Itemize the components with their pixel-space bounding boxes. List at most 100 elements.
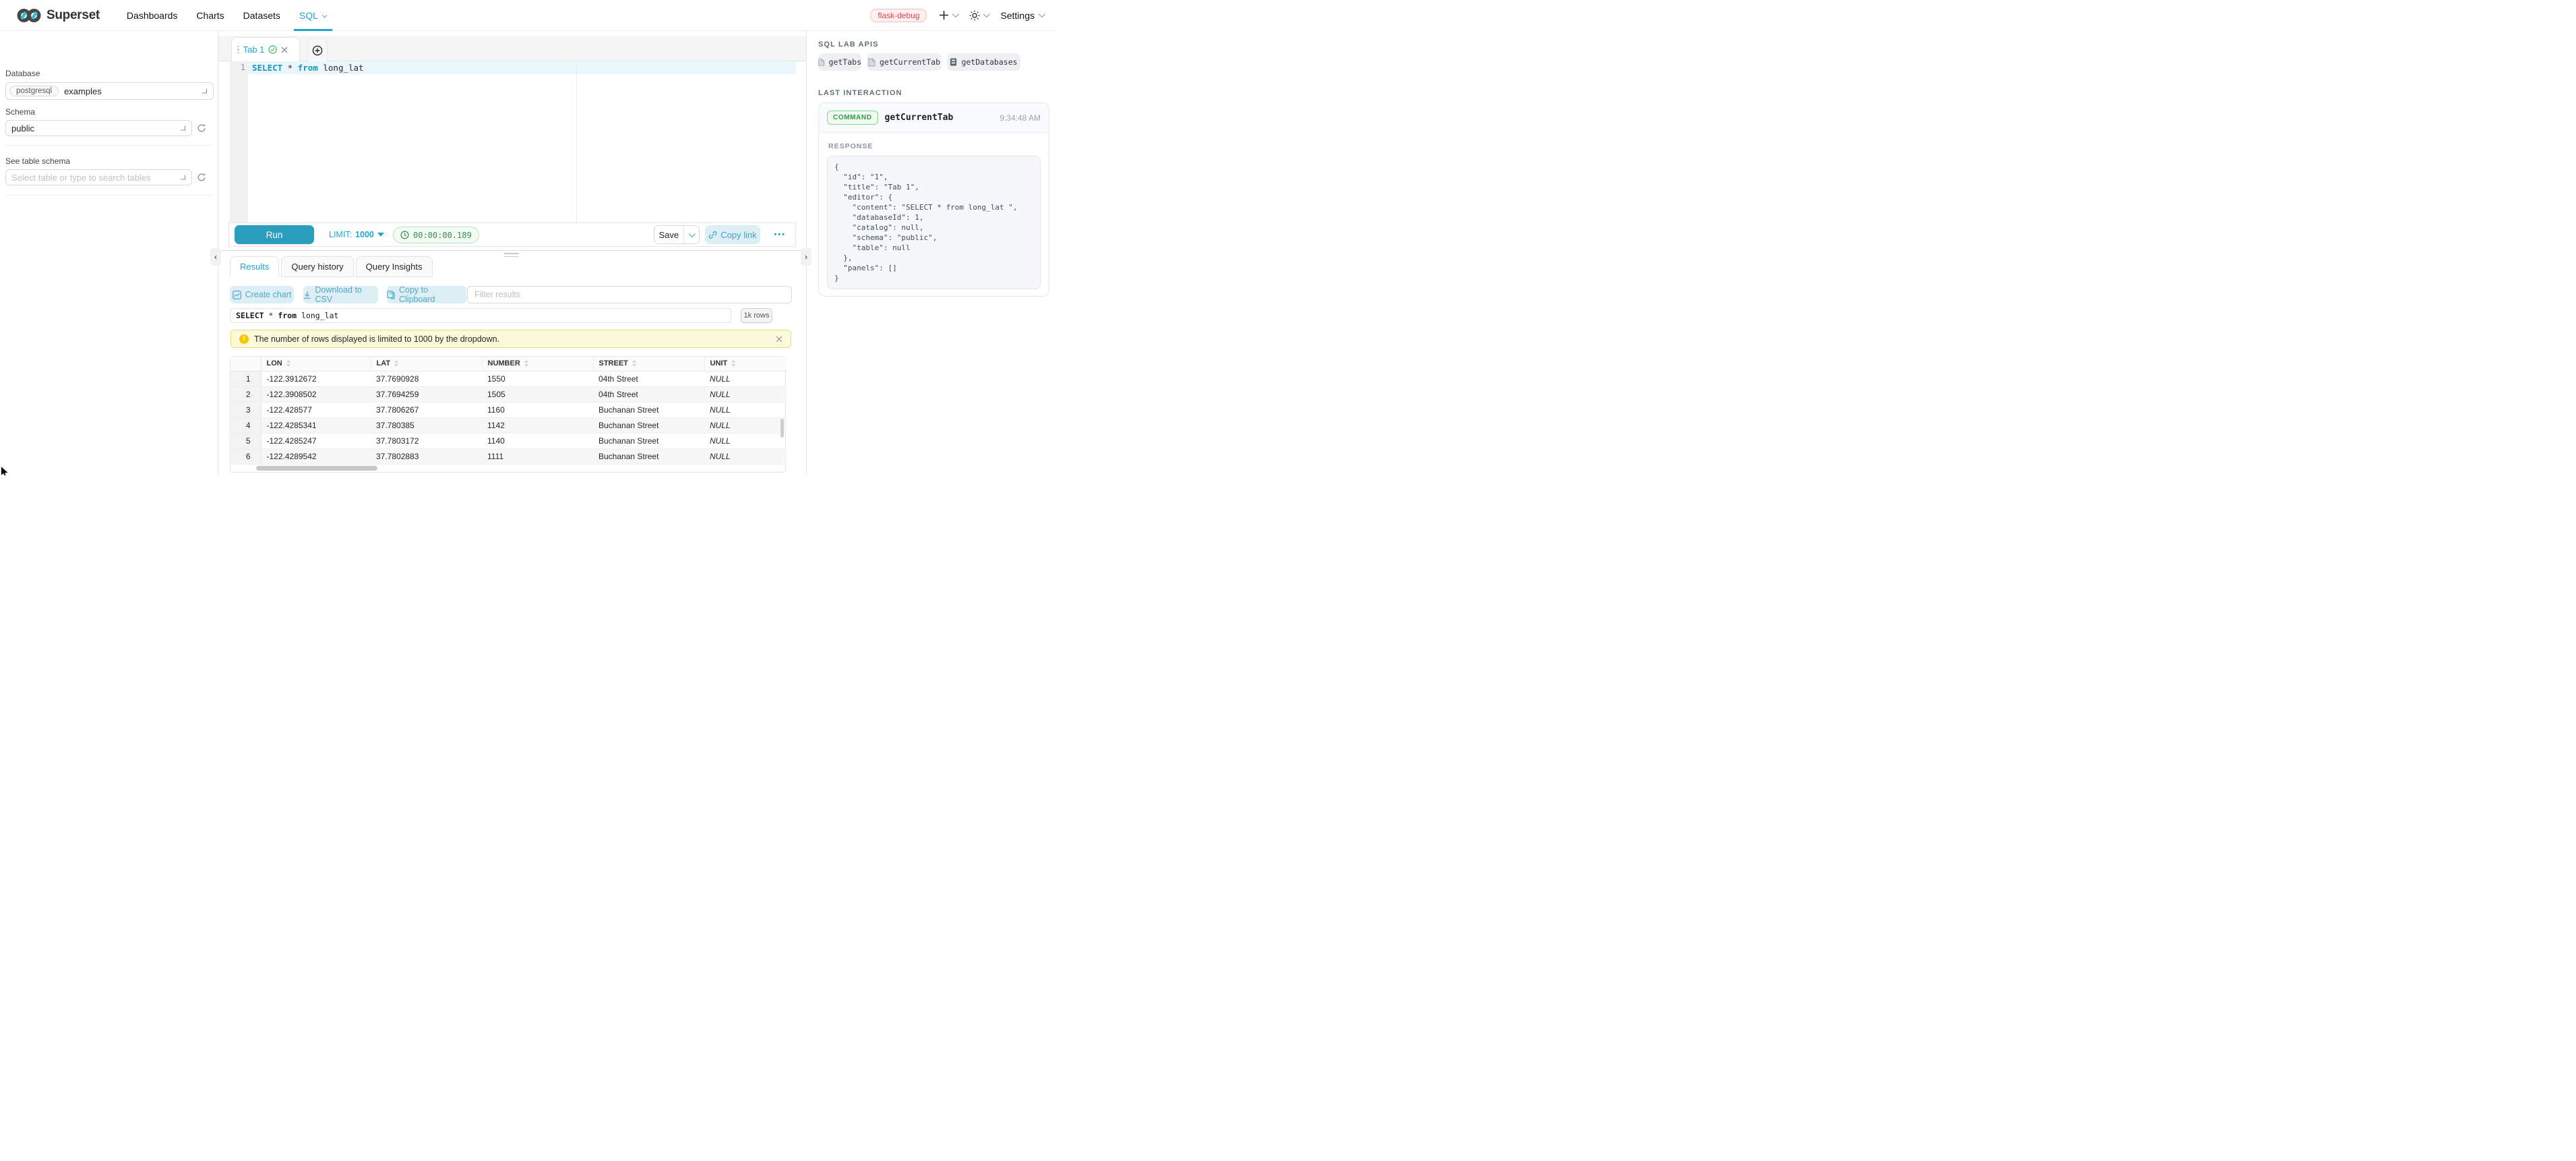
cabinet-icon xyxy=(950,58,957,66)
query-tab[interactable]: Tab 1 xyxy=(231,37,300,61)
sort-icon[interactable] xyxy=(394,360,398,367)
get-current-tab-button[interactable]: getCurrentTab xyxy=(867,53,942,71)
clock-icon xyxy=(400,231,409,239)
refresh-schema-icon[interactable] xyxy=(197,123,206,136)
download-csv-label: Download to CSV xyxy=(315,285,378,304)
row-count-badge: 1k rows xyxy=(741,308,772,323)
sql-statement: SELECT * from long_lat xyxy=(252,63,364,73)
nav-item-sql-label: SQL xyxy=(299,0,318,31)
sort-icon[interactable] xyxy=(286,360,290,367)
print-margin-line xyxy=(576,61,577,222)
table-cell: 37.7806267 xyxy=(371,402,482,417)
collapse-right-panel-button[interactable]: › xyxy=(801,248,811,266)
document-icon xyxy=(818,58,825,67)
executed-sql-box: SELECT * from long_lat xyxy=(230,308,731,323)
tab-query-insights[interactable]: Query Insights xyxy=(356,256,433,277)
nav-item-sql[interactable]: SQL xyxy=(290,0,336,31)
table-cell: Buchanan Street xyxy=(593,417,704,433)
column-header-number[interactable]: NUMBER xyxy=(482,357,593,371)
vertical-scrollbar-thumb[interactable] xyxy=(780,419,784,438)
table-cell: 1140 xyxy=(482,433,593,448)
save-button[interactable]: Save xyxy=(654,226,683,243)
last-interaction-title: LAST INTERACTION xyxy=(818,89,902,97)
table-row: 2-122.390850237.7694259150504th StreetNU… xyxy=(231,386,787,402)
download-csv-button[interactable]: Download to CSV xyxy=(303,286,378,303)
sql-text: * xyxy=(264,311,278,320)
table-cell: -122.3912672 xyxy=(261,371,371,386)
horizontal-scrollbar[interactable] xyxy=(231,465,785,472)
sql-code-editor[interactable]: 1 SELECT * from long_lat xyxy=(230,61,796,222)
results-table-body: 1-122.391267237.7690928155004th StreetNU… xyxy=(231,371,787,464)
table-cell: -122.4289542 xyxy=(261,448,371,464)
drag-handle-icon[interactable] xyxy=(237,46,239,54)
response-json: { "id": "1", "title": "Tab 1", "editor":… xyxy=(834,162,1033,283)
get-databases-button[interactable]: getDatabases xyxy=(947,53,1020,71)
close-tab-icon[interactable] xyxy=(281,47,288,53)
table-cell: 37.780385 xyxy=(371,417,482,433)
table-cell: 37.7802883 xyxy=(371,448,482,464)
response-label: RESPONSE xyxy=(828,142,873,150)
resize-drag-handle[interactable] xyxy=(504,253,519,259)
save-split-button[interactable]: Save xyxy=(654,225,700,244)
brand-name: Superset xyxy=(47,8,100,23)
nav-item-datasets[interactable]: Datasets xyxy=(234,0,290,31)
clipboard-icon xyxy=(387,291,395,299)
column-header-lat[interactable]: LAT xyxy=(371,357,482,371)
tab-results[interactable]: Results xyxy=(230,256,279,277)
brand[interactable]: Superset xyxy=(17,8,100,23)
get-tabs-button[interactable]: getTabs xyxy=(818,53,861,71)
interaction-header: COMMAND getCurrentTab 9:34:48 AM xyxy=(819,103,1049,133)
column-header-lon[interactable]: LON xyxy=(261,357,371,371)
add-tab-button[interactable] xyxy=(307,38,328,61)
download-icon xyxy=(303,291,311,299)
sort-icon[interactable] xyxy=(632,360,636,367)
table-cell: -122.4285341 xyxy=(261,417,371,433)
table-cell: -122.4285247 xyxy=(261,433,371,448)
limit-dropdown[interactable]: LIMIT: 1000 xyxy=(329,223,384,246)
run-button[interactable]: Run xyxy=(235,225,314,244)
chevron-down-icon xyxy=(181,126,185,131)
copy-link-button[interactable]: Copy link xyxy=(705,225,760,244)
table-cell: 37.7694259 xyxy=(371,386,482,402)
copy-clipboard-button[interactable]: Copy to Clipboard xyxy=(387,286,466,303)
column-header-unit[interactable]: UNIT xyxy=(704,357,787,371)
row-index-header xyxy=(231,357,261,371)
limit-value: 1000 xyxy=(355,230,374,239)
superset-logo-icon xyxy=(17,8,41,23)
tab-query-history[interactable]: Query history xyxy=(281,256,353,277)
save-options-button[interactable] xyxy=(683,226,699,243)
row-index: 5 xyxy=(231,433,261,448)
copy-link-label: Copy link xyxy=(720,230,756,240)
theme-toggle-button[interactable] xyxy=(969,10,988,21)
database-select[interactable]: postgresql examples xyxy=(5,82,214,100)
nav-item-charts[interactable]: Charts xyxy=(187,0,233,31)
table-cell: 37.7690928 xyxy=(371,371,482,386)
nav-item-dashboards[interactable]: Dashboards xyxy=(117,0,187,31)
schema-select[interactable]: public xyxy=(5,120,192,136)
sort-icon[interactable] xyxy=(731,360,735,367)
sql-editor-panel: Tab 1 1 SELECT * from lo xyxy=(218,31,806,475)
warning-icon: ! xyxy=(239,334,249,344)
close-warning-icon[interactable] xyxy=(776,336,783,343)
sql-lab-page: Superset Dashboards Charts Datasets SQL … xyxy=(0,0,1055,475)
column-header-street[interactable]: STREET xyxy=(593,357,704,371)
collapse-left-panel-button[interactable]: ‹ xyxy=(210,248,221,266)
line-number: 1 xyxy=(230,63,245,72)
horizontal-scrollbar-thumb[interactable] xyxy=(256,466,377,471)
create-chart-button[interactable]: Create chart xyxy=(230,286,294,303)
table-cell: NULL xyxy=(704,386,787,402)
sql-text: long_lat xyxy=(323,63,363,73)
sort-icon[interactable] xyxy=(524,360,528,367)
table-cell: Buchanan Street xyxy=(593,402,704,417)
refresh-tables-icon[interactable] xyxy=(197,173,206,185)
new-item-button[interactable] xyxy=(939,10,957,20)
filter-results-input[interactable] xyxy=(467,286,792,303)
settings-menu[interactable]: Settings xyxy=(1000,10,1043,21)
query-timer: 00:00:00.189 xyxy=(393,227,479,243)
sql-text: long_lat xyxy=(301,311,338,320)
table-cell: 1111 xyxy=(482,448,593,464)
table-select[interactable]: Select table or type to search tables xyxy=(5,169,192,185)
table-cell: NULL xyxy=(704,417,787,433)
divider xyxy=(5,145,212,146)
more-actions-button[interactable]: ••• xyxy=(774,223,786,246)
